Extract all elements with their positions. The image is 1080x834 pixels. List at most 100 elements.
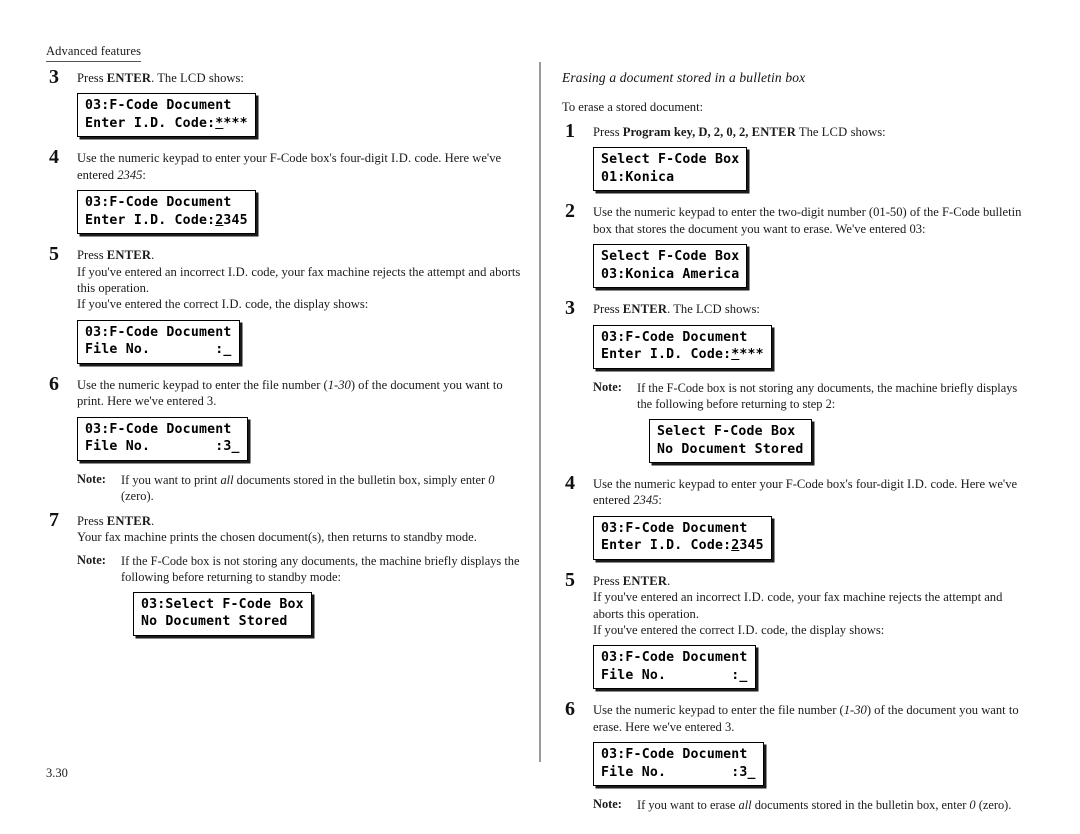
step-item: 3 Press ENTER. The LCD shows: 03:F-Code … (562, 297, 1032, 467)
text-fragment: If you want to print (121, 472, 221, 487)
step-item: 4 Use the numeric keypad to enter your F… (46, 146, 524, 238)
text-fragment: Press (77, 513, 107, 528)
step-body: Press ENTER. Your fax machine prints the… (77, 513, 524, 640)
emphasis-all: all (738, 798, 752, 813)
acronym-id: I.D. (737, 622, 758, 637)
lcd-display: 03:F-Code Document Enter I.D. Code:**** (77, 93, 256, 138)
key-sequence: Program key, D, 2, 0, 2, (622, 125, 749, 139)
step-text: Press ENTER. The LCD shows: (593, 301, 1032, 317)
acronym-id: I.D. (391, 151, 412, 166)
lcd-line-1: 03:F-Code Document (85, 324, 232, 340)
key-name-enter: ENTER (106, 513, 152, 528)
step-item: 4 Use the numeric keypad to enter your F… (562, 472, 1032, 564)
lcd-display: Select F-Code Box No Document Stored (649, 418, 812, 464)
step-text: Use the numeric keypad to enter your F-C… (593, 476, 1032, 509)
text-fragment: (zero). (121, 488, 154, 503)
note-block: Note: If you want to erase all documents… (593, 797, 1032, 813)
step-number: 1 (565, 120, 575, 142)
acronym-id: I.D. (743, 590, 765, 605)
text-fragment: If you've entered an incorrect (77, 264, 228, 279)
lcd-line-2: 01:Konica (601, 169, 675, 185)
lcd-display: 03:F-Code Document Enter I.D. Code:2345 (593, 515, 772, 560)
step-text: Your fax machine prints the chosen docum… (77, 530, 477, 545)
note-block: Note: If you want to print all documents… (77, 472, 524, 504)
text-fragment: code, the display shows: (757, 622, 885, 637)
step-body: Press ENTER. If you've entered an incorr… (593, 573, 1032, 694)
step-item: 2 Use the numeric keypad to enter the tw… (562, 200, 1032, 292)
acronym-id: I.D. (227, 264, 249, 279)
acronym-id: I.D. (221, 297, 242, 312)
emphasis-all: all (220, 472, 234, 487)
lcd-line-1: 03:F-Code Document (85, 421, 232, 437)
lcd-text: *** (223, 115, 248, 131)
step-body: Use the numeric keypad to enter the file… (593, 702, 1032, 813)
lcd-line-1: 03:F-Code Document (601, 650, 748, 666)
step-text: Press ENTER. (77, 513, 524, 529)
lcd-text: Enter I.D. Code: (85, 212, 216, 228)
lcd-line-1: 03:F-Code Document (601, 520, 748, 536)
step-body: Use the numeric keypad to enter the file… (77, 377, 524, 504)
emphasis-zero: 0 (488, 472, 495, 487)
lcd-line-2: File No. :3_ (601, 764, 756, 780)
document-page: Advanced features 3 Press ENTER. The LCD… (0, 0, 1080, 834)
lcd-line-1: 03:F-Code Document (85, 195, 232, 211)
step-number: 4 (565, 472, 575, 495)
step-text: Press ENTER. (77, 247, 524, 263)
lcd-line-2: No Document Stored (141, 614, 288, 630)
lcd-text: Enter I.D. Code: (601, 538, 732, 554)
acronym-lcd: LCD (695, 302, 722, 317)
step-body: Use the numeric keypad to enter the two-… (593, 204, 1032, 292)
key-name-enter: ENTER (622, 302, 668, 317)
key-name-enter: ENTER (622, 573, 668, 588)
column-divider (539, 62, 541, 762)
step-body: Use the numeric keypad to enter your F-C… (77, 150, 524, 238)
note-text: If you want to erase all documents store… (637, 797, 1032, 813)
text-fragment: documents stored in the bulletin box, si… (233, 472, 489, 487)
text-fragment: Use the numeric keypad to enter the file… (593, 703, 844, 718)
lcd-text: Enter I.D. Code: (85, 115, 216, 131)
lcd-line-2: Enter I.D. Code:**** (85, 115, 248, 133)
lcd-line-2: File No. :_ (601, 667, 748, 683)
page-number: 3.30 (46, 766, 68, 780)
lcd-text: 345 (223, 212, 248, 228)
step-number: 4 (49, 146, 59, 169)
step-number: 3 (49, 66, 59, 88)
lcd-line-1: Select F-Code Box (657, 423, 796, 439)
text-fragment: Use the numeric keypad to enter your F-C… (77, 151, 391, 166)
note-label: Note: (593, 797, 622, 812)
note-block: Note: If the F-Code box is not storing a… (77, 553, 524, 640)
step-item: 3 Press ENTER. The LCD shows: 03:F-Code … (46, 66, 524, 141)
text-fragment: . The (151, 71, 180, 85)
text-fragment: code, the display shows: (241, 297, 369, 312)
text-fragment: Press (77, 71, 107, 85)
lcd-line-2: Enter I.D. Code:**** (601, 346, 764, 364)
lead-in-text: To erase a stored document: (562, 100, 704, 114)
text-fragment: Use the numeric keypad to enter the file… (77, 377, 328, 392)
range-value: 1-30 (843, 703, 867, 718)
step-item: 6 Use the numeric keypad to enter the fi… (46, 373, 524, 504)
acronym-lcd: LCD (179, 71, 206, 85)
example-value: 2345 (117, 167, 143, 182)
text-fragment: Press (593, 573, 623, 588)
step-text: Press ENTER. (593, 573, 1032, 589)
text-fragment: If you want to erase (637, 798, 739, 813)
lcd-line-1: Select F-Code Box (601, 249, 740, 265)
lcd-line-1: 03:F-Code Document (85, 98, 232, 114)
left-column: 3 Press ENTER. The LCD shows: 03:F-Code … (46, 66, 524, 649)
step-text: Use the numeric keypad to enter the file… (593, 702, 1032, 735)
lcd-display: 03:F-Code Document Enter I.D. Code:2345 (77, 190, 256, 235)
step-number: 2 (565, 200, 575, 223)
step-item: 5 Press ENTER. If you've entered an inco… (562, 569, 1032, 694)
lcd-display: 03:F-Code Document File No. :3_ (77, 416, 248, 461)
step-item: 7 Press ENTER. Your fax machine prints t… (46, 509, 524, 640)
step-item: 6 Use the numeric keypad to enter the fi… (562, 698, 1032, 813)
text-fragment: Press (593, 302, 623, 317)
lcd-line-2: File No. :_ (85, 342, 232, 358)
lcd-line-2: File No. :3_ (85, 439, 240, 455)
text-fragment: : (142, 167, 146, 182)
section-heading: Erasing a document stored in a bulletin … (562, 70, 806, 85)
lcd-line-2: No Document Stored (657, 441, 804, 457)
note-block: Note: If the F-Code box is not storing a… (593, 380, 1032, 467)
step-body: Press ENTER. The LCD shows: 03:F-Code Do… (593, 301, 1032, 467)
text-fragment: The (796, 125, 822, 139)
